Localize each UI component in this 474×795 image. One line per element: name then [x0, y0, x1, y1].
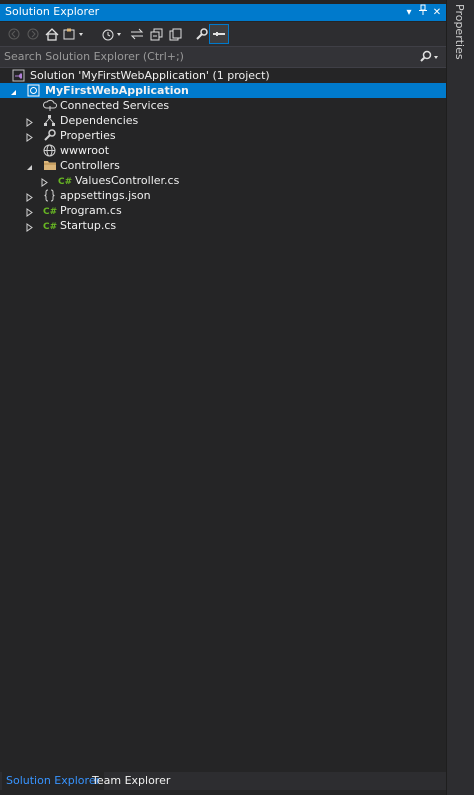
dependencies-icon — [43, 114, 56, 127]
collapsed-arrow-icon[interactable] — [25, 206, 34, 217]
window-position-dropdown-icon[interactable]: ▾ — [402, 4, 416, 21]
tree-item-appsettings[interactable]: appsettings.json — [0, 188, 446, 203]
tree-item-wwwroot[interactable]: wwwroot — [0, 143, 446, 158]
tab-properties[interactable]: Properties — [453, 4, 466, 60]
csharp-file-icon: C# — [43, 219, 59, 232]
tree-item-controllers[interactable]: Controllers — [0, 158, 446, 173]
tree-item-values-controller[interactable]: C# ValuesController.cs — [0, 173, 446, 188]
collapsed-arrow-icon[interactable] — [40, 176, 49, 187]
collapsed-arrow-icon[interactable] — [25, 191, 34, 202]
side-tab-strip: Properties — [447, 0, 474, 795]
toolbar — [0, 22, 446, 46]
wrench-icon — [43, 129, 56, 142]
collapsed-arrow-icon[interactable] — [25, 221, 34, 232]
collapsed-arrow-icon[interactable] — [25, 131, 34, 142]
collapsed-arrow-icon[interactable] — [25, 116, 34, 127]
tree-item-solution[interactable]: Solution 'MyFirstWebApplication' (1 proj… — [0, 68, 446, 83]
search-input[interactable] — [4, 48, 404, 64]
tree-item-project[interactable]: MyFirstWebApplication — [0, 83, 446, 98]
show-all-files-icon[interactable] — [166, 25, 184, 43]
title-bar: Solution Explorer ▾ ✕ — [0, 4, 446, 21]
tree-item-label: Connected Services — [60, 99, 170, 112]
solution-icon — [12, 69, 25, 82]
tree-item-connected-services[interactable]: Connected Services — [0, 98, 446, 113]
json-file-icon — [43, 189, 56, 202]
forward-icon[interactable] — [24, 25, 42, 43]
globe-icon — [43, 144, 56, 157]
pin-icon[interactable] — [416, 4, 430, 21]
tree-item-startup[interactable]: C# Startup.cs — [0, 218, 446, 233]
tree-item-label: appsettings.json — [60, 189, 151, 202]
close-icon[interactable]: ✕ — [430, 4, 444, 21]
tree-item-label: ValuesController.cs — [75, 174, 180, 187]
csharp-file-icon: C# — [58, 174, 74, 187]
search-box[interactable] — [0, 46, 446, 68]
tree-item-label: Properties — [60, 129, 116, 142]
web-project-icon — [27, 84, 40, 97]
svg-text:C#: C# — [43, 222, 57, 232]
expanded-arrow-icon[interactable] — [9, 86, 18, 95]
tree-item-label: Startup.cs — [60, 219, 117, 232]
window-title: Solution Explorer — [5, 5, 100, 18]
csharp-file-icon: C# — [43, 204, 59, 217]
properties-wrench-icon[interactable] — [192, 25, 210, 43]
collapse-all-icon[interactable] — [147, 25, 165, 43]
preview-selected-items-icon[interactable] — [209, 24, 229, 44]
tree-item-label: wwwroot — [60, 144, 110, 157]
folder-icon — [43, 159, 56, 172]
tree-item-program[interactable]: C# Program.cs — [0, 203, 446, 218]
connected-services-icon — [42, 99, 57, 112]
back-icon[interactable] — [5, 25, 23, 43]
tab-team-explorer[interactable]: Team Explorer — [88, 772, 174, 790]
tree-item-properties[interactable]: Properties — [0, 128, 446, 143]
tree-item-label: Program.cs — [60, 204, 122, 217]
tree-item-label: Controllers — [60, 159, 120, 172]
tree-item-label: Solution 'MyFirstWebApplication' (1 proj… — [30, 69, 270, 82]
tree-item-label: Dependencies — [60, 114, 139, 127]
tree-item-label: MyFirstWebApplication — [45, 84, 189, 97]
pending-changes-filter-icon[interactable] — [100, 25, 126, 43]
svg-text:C#: C# — [43, 207, 57, 217]
sync-with-active-document-icon[interactable] — [128, 25, 146, 43]
expanded-arrow-icon[interactable] — [25, 161, 34, 170]
bottom-tab-strip: Solution Explorer Team Explorer — [0, 772, 446, 790]
home-icon[interactable] — [43, 25, 61, 43]
solution-explorer-panel: Solution Explorer ▾ ✕ Search Solution Ex… — [0, 0, 446, 795]
svg-text:C#: C# — [58, 177, 72, 187]
search-icon[interactable] — [420, 49, 440, 65]
tree-item-dependencies[interactable]: Dependencies — [0, 113, 446, 128]
switch-views-icon[interactable] — [62, 25, 88, 43]
